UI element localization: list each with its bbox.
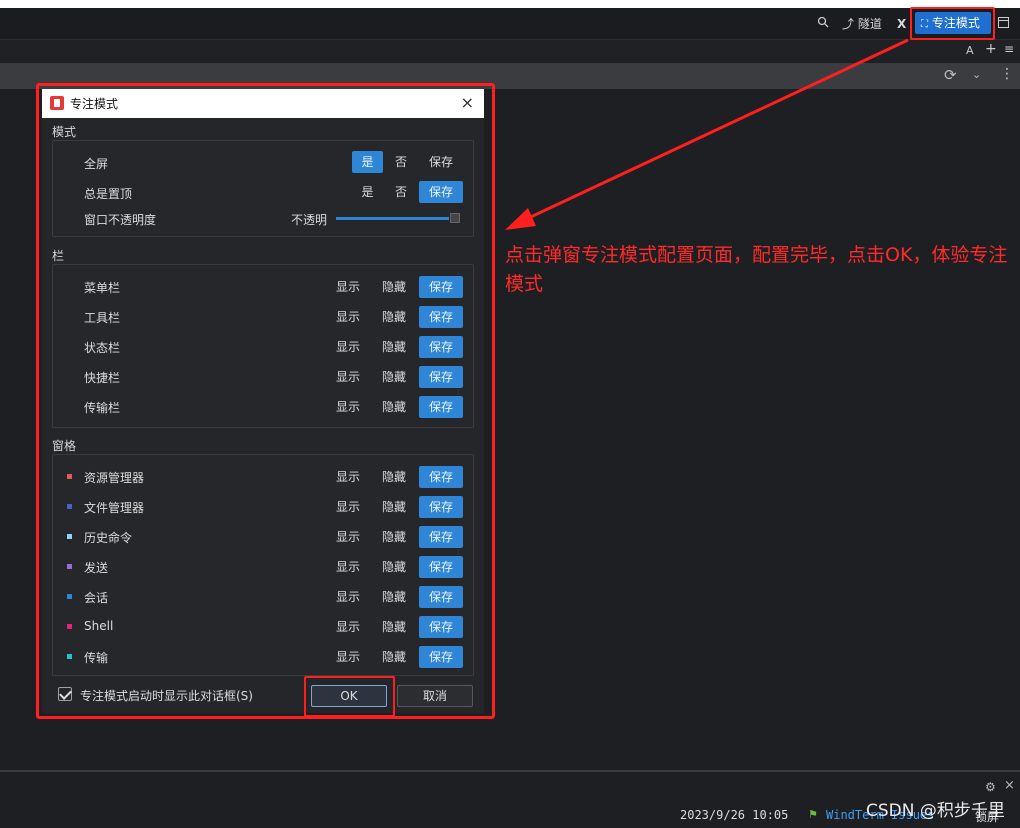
gear-icon[interactable]: ⚙: [985, 780, 996, 794]
watermark: CSDN @积步千里: [866, 801, 1005, 821]
status-close-icon[interactable]: ×: [1004, 778, 1015, 793]
app-window: ⤴ 隧道 X ⛶ 专注模式 A + ≡ ⟳ ⌄ ⋮ 专注模式 × 模式 全屏 是…: [0, 0, 1020, 828]
issues-icon: ⚑: [808, 808, 818, 821]
annotation-text: 点击弹窗专注模式配置页面，配置完毕，点击OK，体验专注模式: [505, 244, 1008, 295]
status-datetime: 2023/9/26 10:05: [680, 808, 789, 822]
annotation-arrow: [505, 38, 909, 230]
